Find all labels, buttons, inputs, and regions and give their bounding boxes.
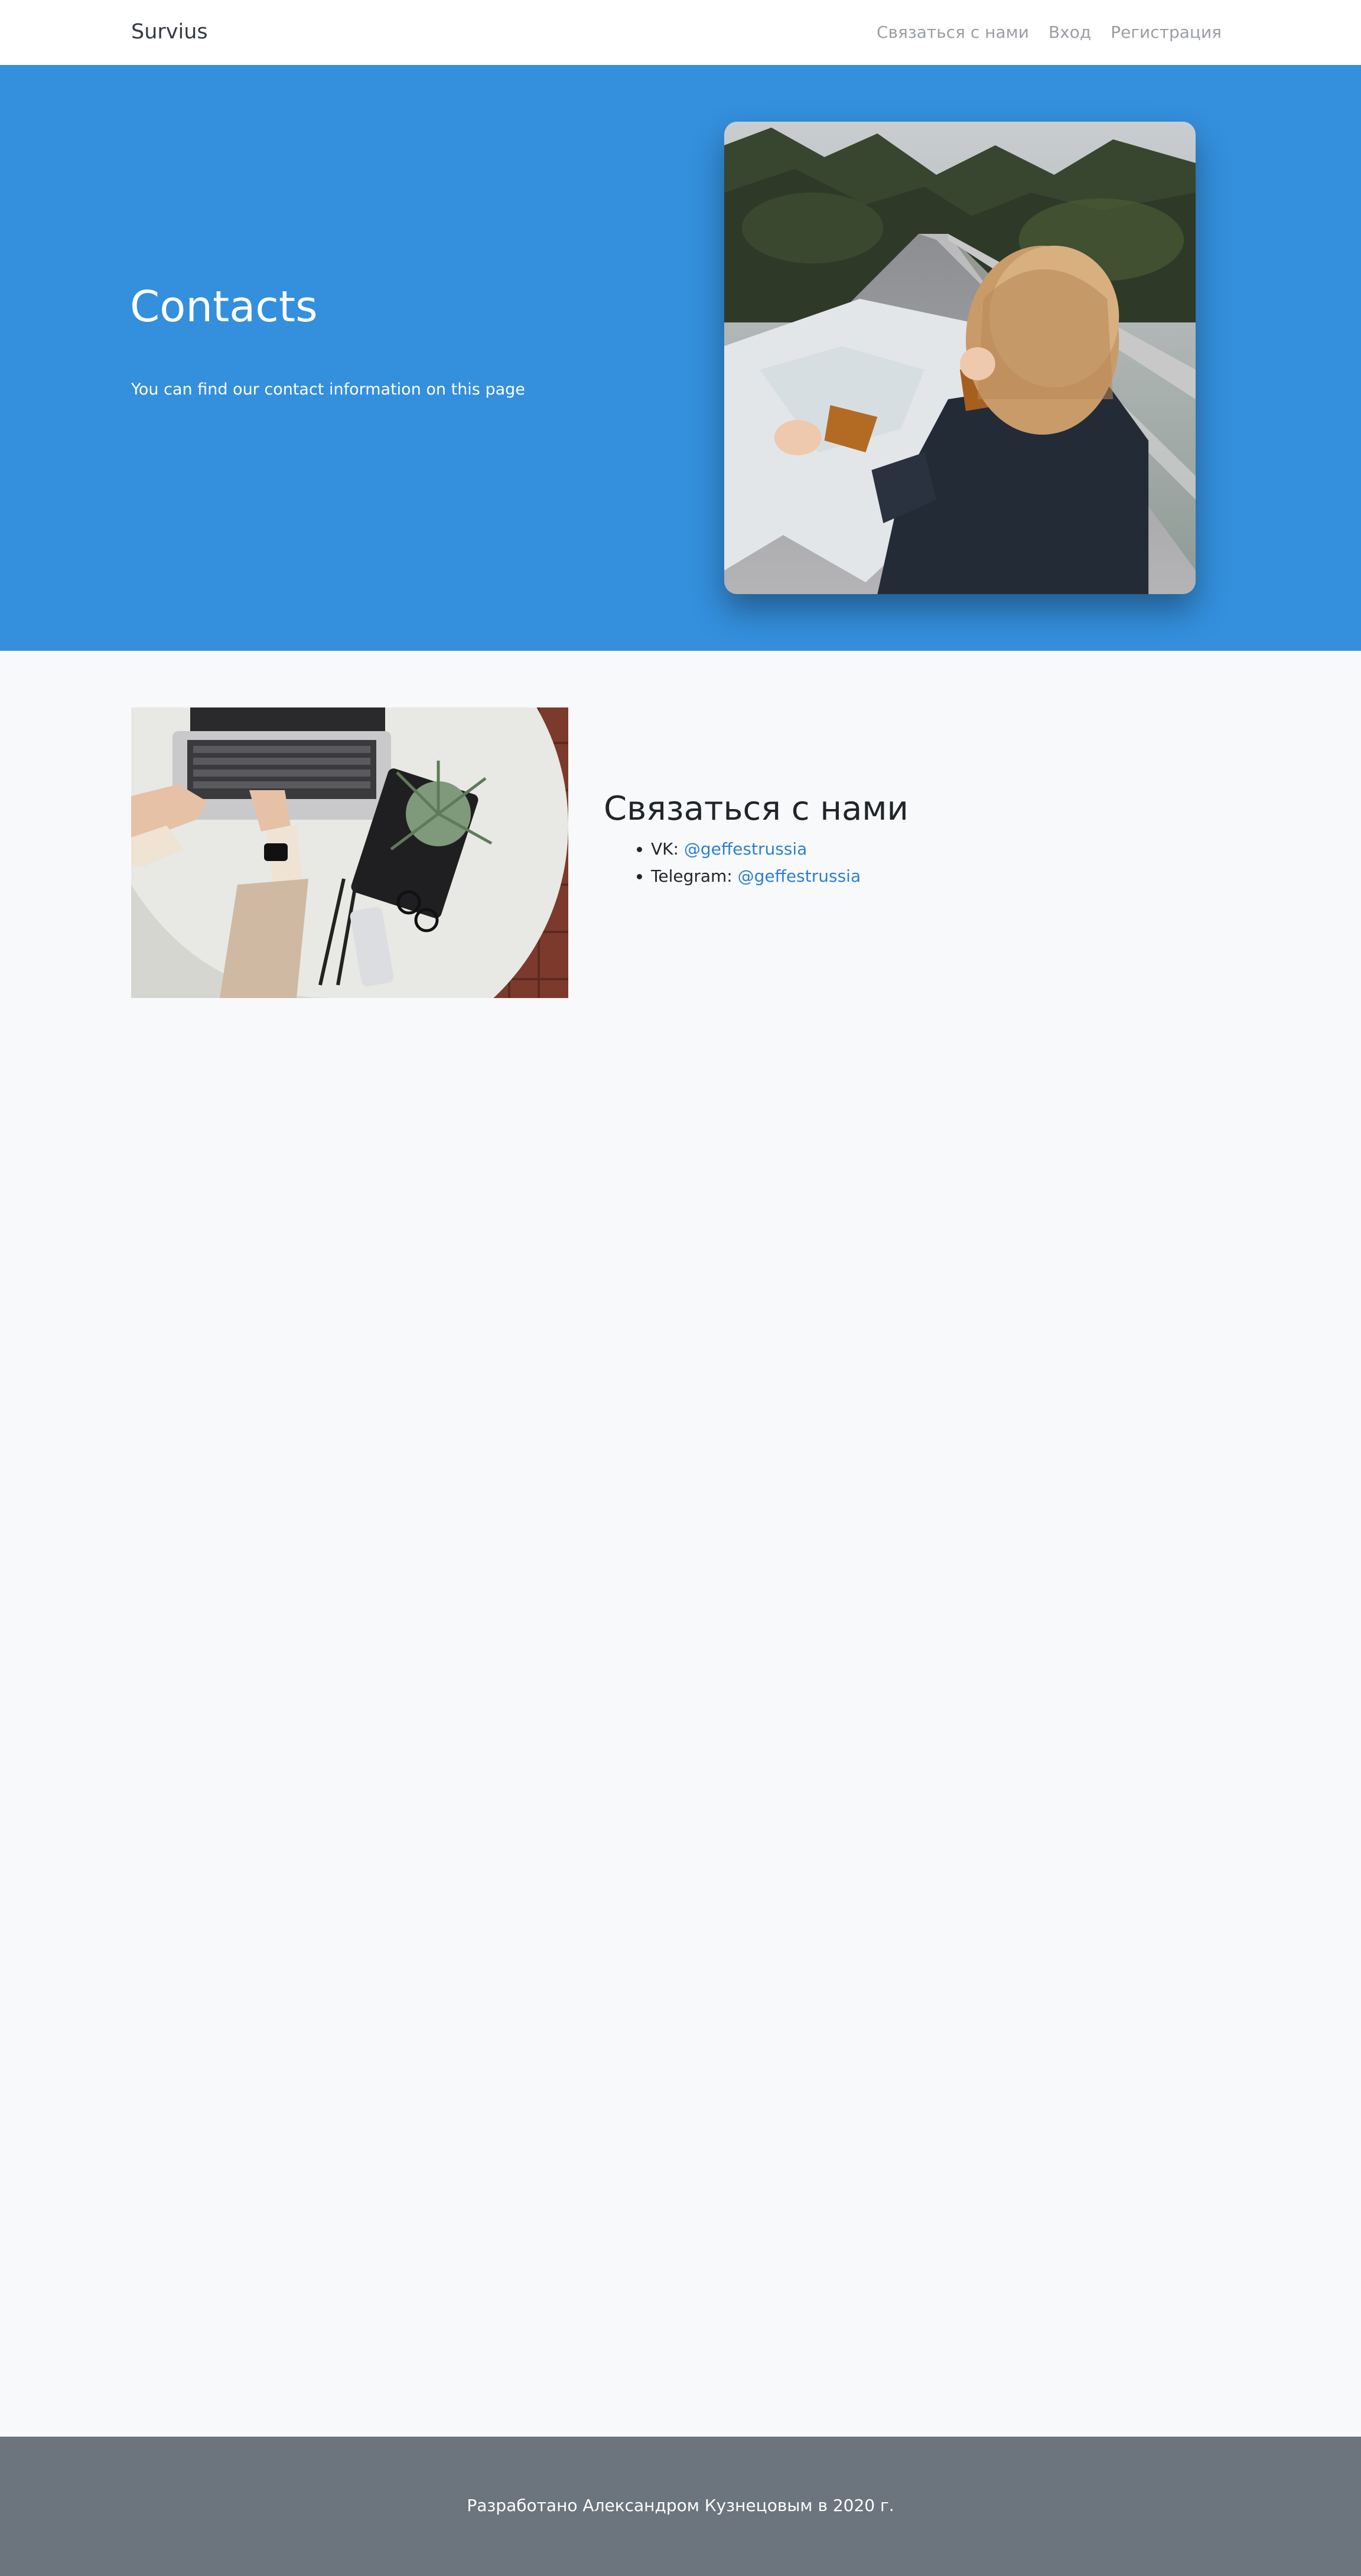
contact-item-telegram: Telegram: @geffestrussia (651, 863, 1135, 890)
nav-link-login[interactable]: Вход (1049, 22, 1091, 42)
vk-link[interactable]: @geffestrussia (684, 839, 807, 859)
contact-list: VK: @geffestrussia Telegram: @geffestrus… (604, 836, 1135, 890)
footer: Разработано Александром Кузнецовым в 202… (0, 2437, 1361, 2576)
hero-title: Contacts (130, 282, 318, 331)
nav-link-register[interactable]: Регистрация (1111, 22, 1222, 42)
brand-link[interactable]: Survius (131, 17, 208, 47)
hero-section: Contacts You can find our contact inform… (0, 65, 1361, 651)
contact-item-vk: VK: @geffestrussia (651, 836, 1135, 863)
telegram-link[interactable]: @geffestrussia (738, 866, 861, 886)
navbar: Survius Связаться с нами Вход Регистраци… (0, 0, 1361, 65)
nav-link-contact-us[interactable]: Связаться с нами (877, 22, 1029, 42)
contact-block: Связаться с нами VK: @geffestrussia Tele… (604, 789, 1135, 890)
contact-title: Связаться с нами (604, 790, 909, 828)
content-photo-laptop-desk (131, 707, 568, 998)
contact-item-telegram-label: Telegram: (651, 866, 738, 886)
nav-links: Связаться с нами Вход Регистрация (877, 19, 1222, 45)
hero-subtitle: You can find our contact information on … (131, 380, 525, 399)
footer-text: Разработано Александром Кузнецовым в 202… (467, 2496, 894, 2515)
contact-item-vk-label: VK: (651, 839, 684, 859)
hero-photo-woman-with-map (724, 122, 1196, 594)
